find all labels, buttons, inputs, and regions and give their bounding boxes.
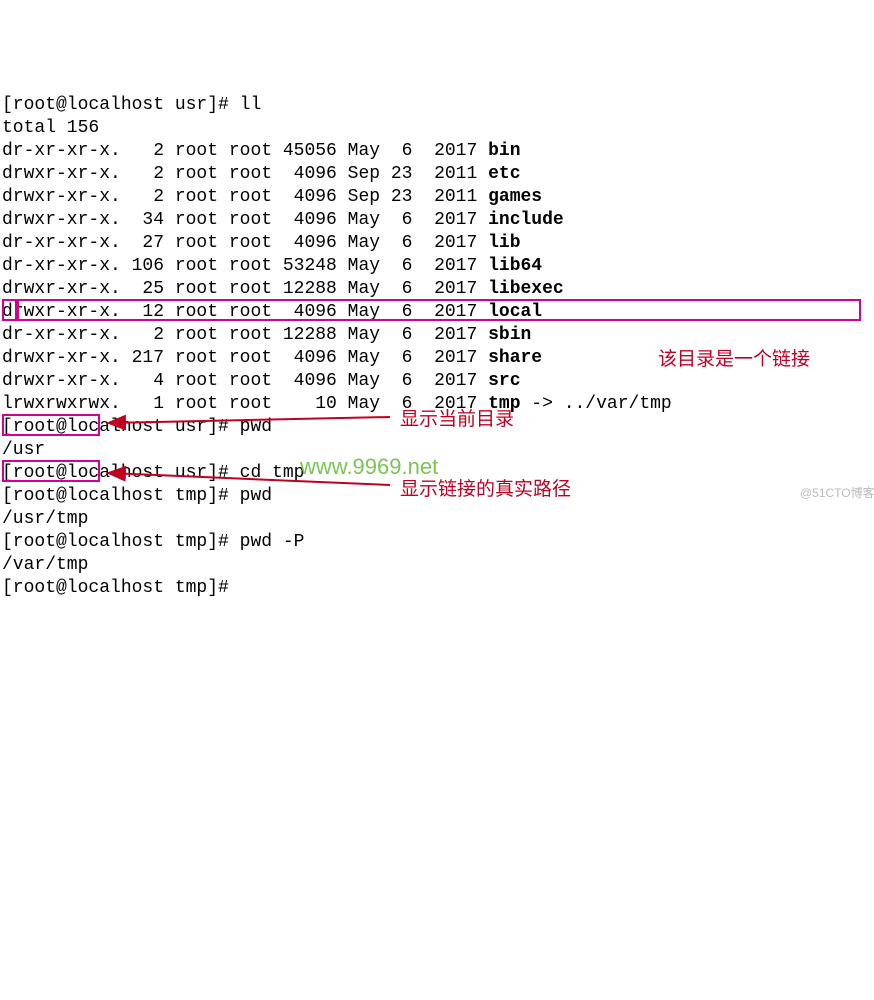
watermark-url: www.9969.net [300,455,438,478]
annotation-symlink: 该目录是一个链接 [658,348,810,371]
annotation-real-path: 显示链接的真实路径 [400,478,571,501]
terminal-output[interactable]: [root@localhost usr]# lltotal 156dr-xr-x… [2,94,872,600]
watermark-cto: @51CTO博客 [800,482,874,505]
annotation-current-dir: 显示当前目录 [400,408,514,431]
